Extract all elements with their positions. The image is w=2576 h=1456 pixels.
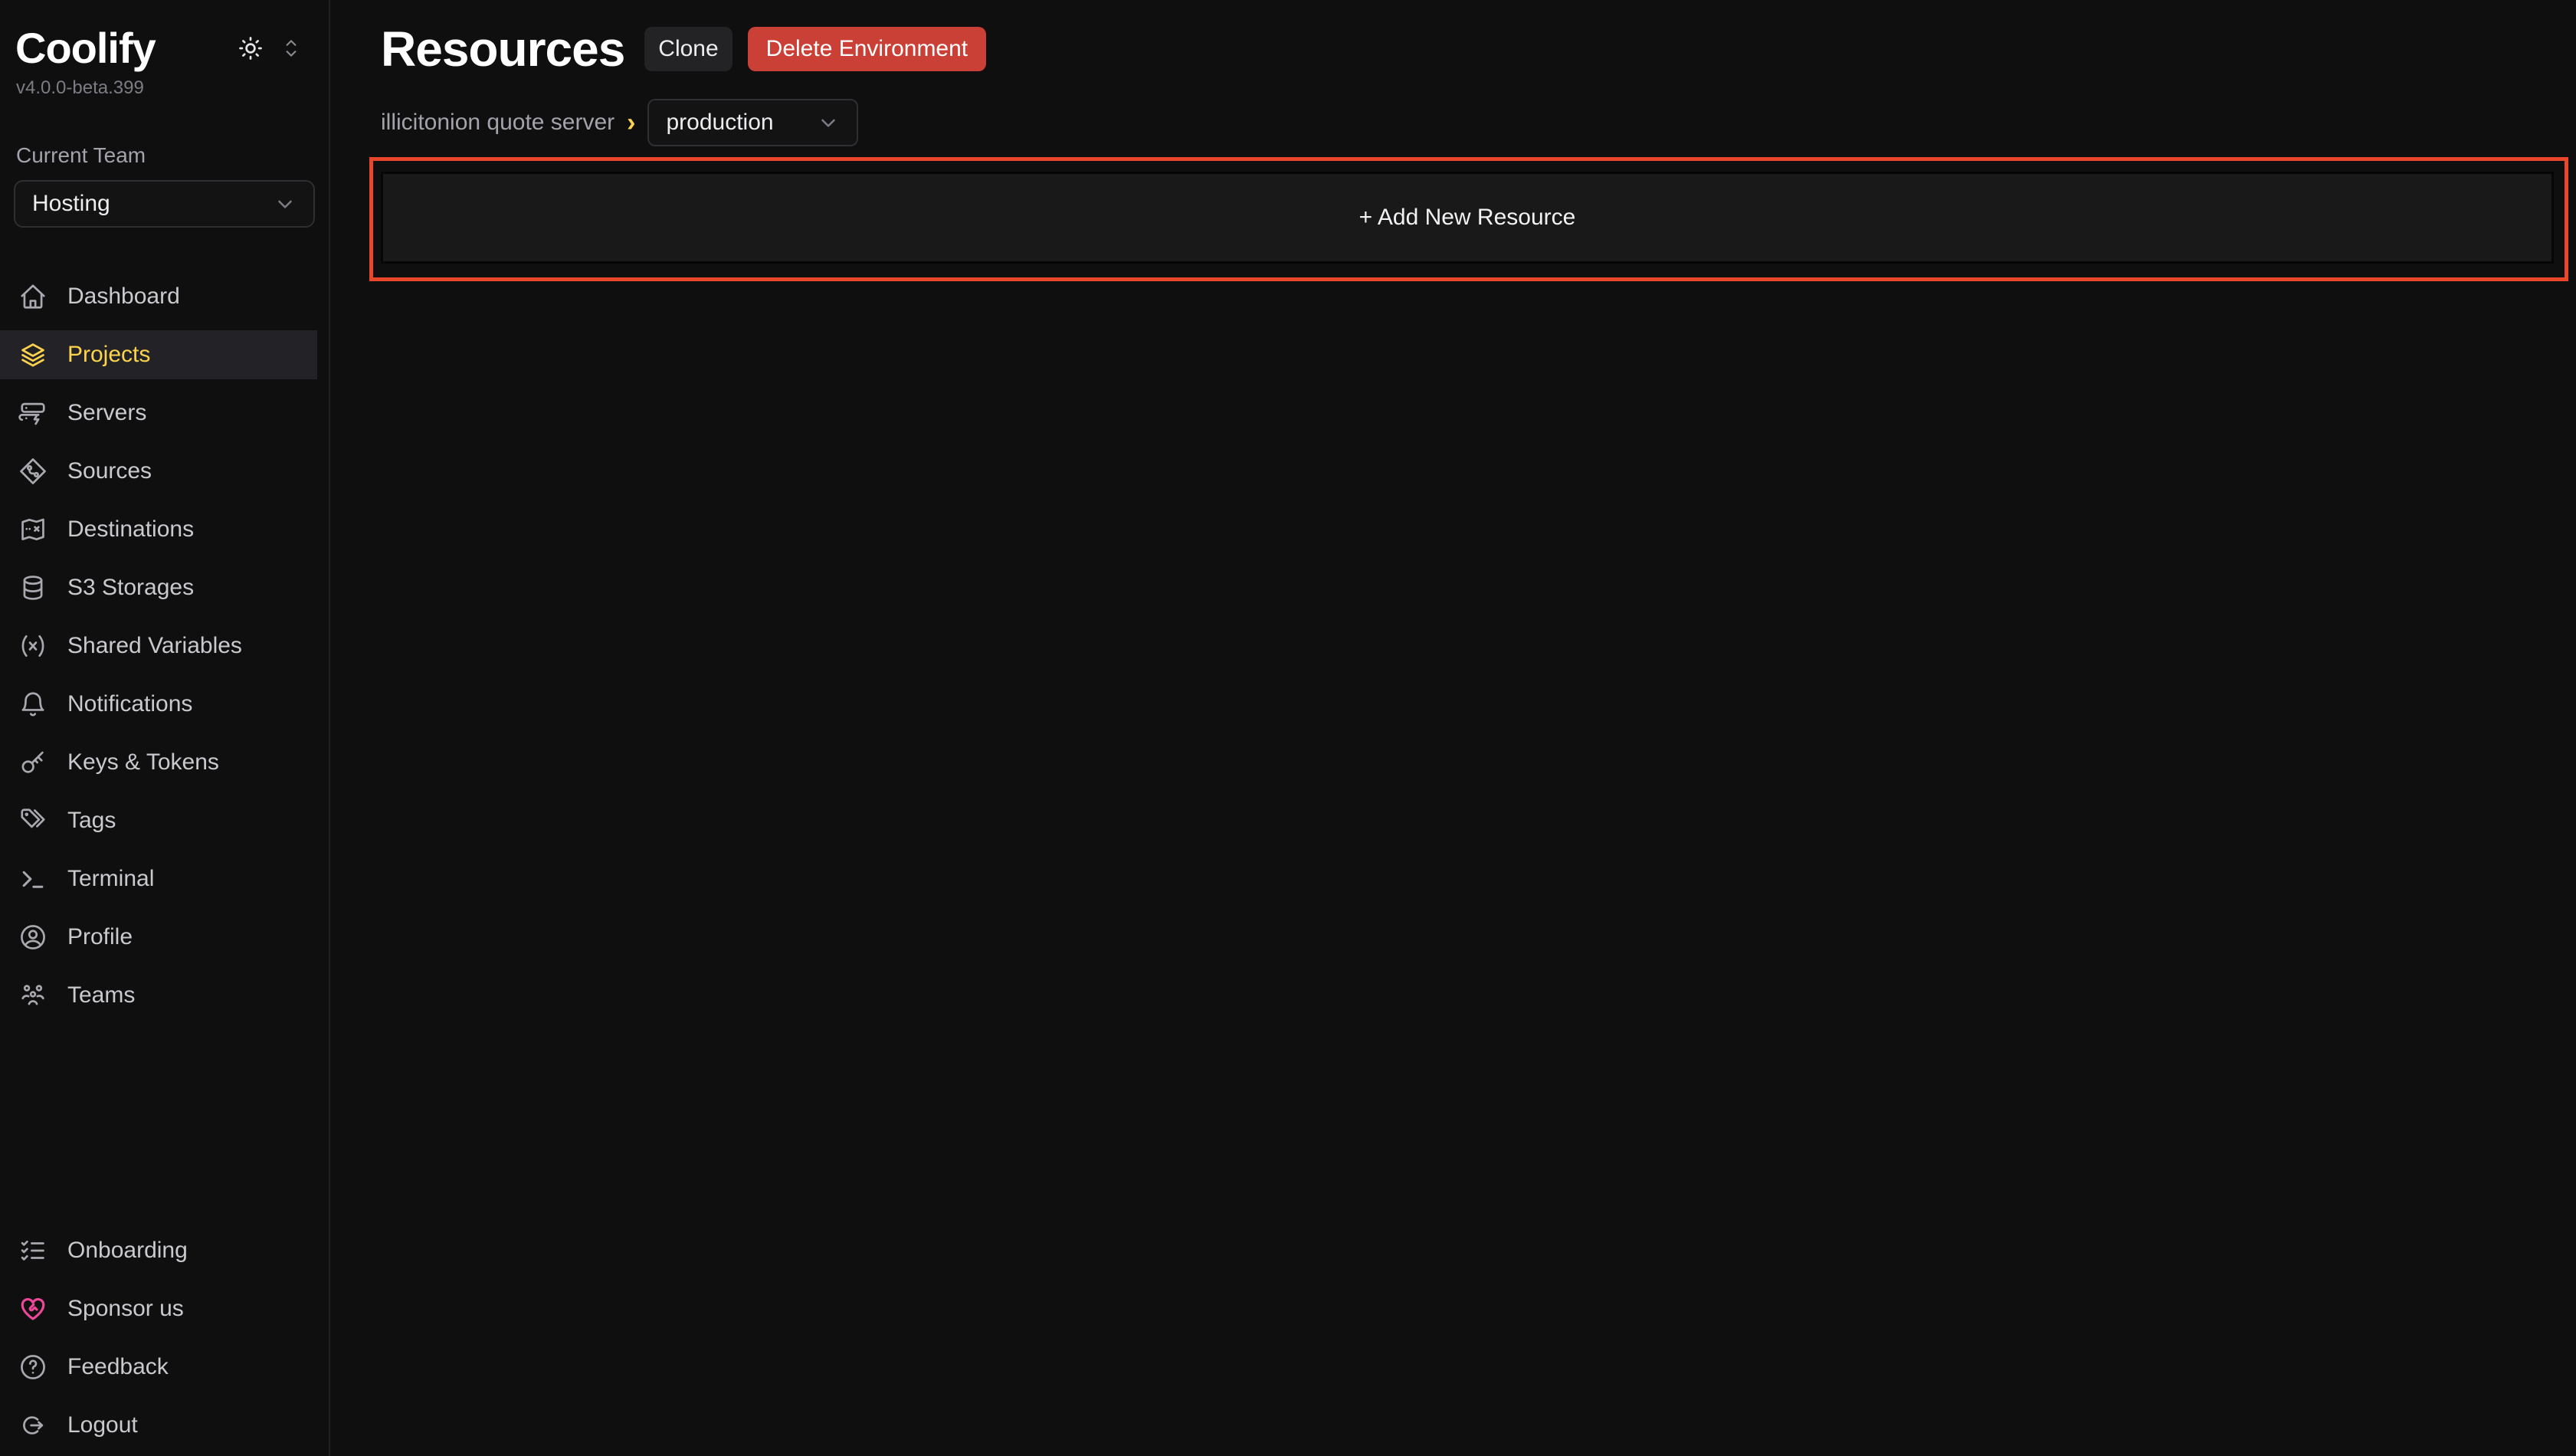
team-select-value: Hosting [32, 191, 110, 217]
sidebar-item-label: Keys & Tokens [67, 749, 219, 776]
sidebar-item-label: Profile [67, 924, 133, 950]
map-icon [18, 515, 48, 544]
sidebar-item-feedback[interactable]: Feedback [0, 1343, 329, 1392]
sidebar-item-label: Logout [67, 1412, 138, 1438]
environment-select[interactable]: production [647, 99, 858, 146]
sidebar-item-label: Feedback [67, 1354, 169, 1380]
database-icon [18, 573, 48, 602]
theme-caret-icon[interactable] [281, 37, 301, 60]
sidebar-item-keys-tokens[interactable]: Keys & Tokens [0, 738, 329, 787]
users-group-icon [18, 981, 48, 1010]
delete-environment-button[interactable]: Delete Environment [748, 27, 986, 71]
git-source-icon [18, 457, 48, 486]
breadcrumb: illicitonion quote server › production [381, 99, 2576, 146]
help-circle-icon [18, 1353, 48, 1382]
sidebar-item-label: Terminal [67, 866, 154, 892]
chevron-right-icon: › [627, 110, 635, 136]
sidebar-item-label: Sponsor us [67, 1296, 184, 1322]
heart-icon [18, 1294, 48, 1323]
sidebar-item-label: Notifications [67, 691, 192, 717]
sidebar-item-s3-storages[interactable]: S3 Storages [0, 563, 329, 612]
sidebar-item-label: Destinations [67, 516, 194, 543]
sidebar-item-label: Tags [67, 808, 116, 834]
variable-icon [18, 631, 48, 661]
sidebar-item-logout[interactable]: Logout [0, 1401, 329, 1450]
user-circle-icon [18, 923, 48, 952]
app-version: v4.0.0-beta.399 [16, 77, 329, 99]
clone-button[interactable]: Clone [644, 27, 732, 71]
sidebar-item-tags[interactable]: Tags [0, 796, 329, 845]
chevron-down-icon [274, 192, 297, 215]
page-title: Resources [381, 25, 624, 74]
main-content: Resources Clone Delete Environment illic… [332, 0, 2576, 1456]
sidebar-item-terminal[interactable]: Terminal [0, 854, 329, 903]
sidebar-item-sponsor[interactable]: Sponsor us [0, 1284, 329, 1333]
team-select[interactable]: Hosting [14, 180, 315, 228]
home-icon [18, 282, 48, 311]
sidebar-item-label: Onboarding [67, 1238, 188, 1264]
sidebar-item-label: S3 Storages [67, 575, 194, 601]
environment-select-value: production [666, 110, 773, 136]
sidebar-item-teams[interactable]: Teams [0, 971, 329, 1020]
sidebar-item-onboarding[interactable]: Onboarding [0, 1226, 329, 1275]
sidebar-item-label: Sources [67, 458, 152, 484]
sidebar-item-label: Teams [67, 982, 135, 1008]
bell-icon [18, 690, 48, 719]
tags-icon [18, 806, 48, 835]
key-icon [18, 748, 48, 777]
sidebar-item-label: Dashboard [67, 284, 180, 310]
sidebar-item-notifications[interactable]: Notifications [0, 680, 329, 729]
sidebar-item-projects[interactable]: Projects [0, 330, 317, 379]
checklist-icon [18, 1236, 48, 1265]
logout-icon [18, 1411, 48, 1440]
sidebar-item-destinations[interactable]: Destinations [0, 505, 329, 554]
breadcrumb-project[interactable]: illicitonion quote server [381, 110, 615, 136]
sidebar-item-servers[interactable]: Servers [0, 389, 329, 438]
sidebar-item-label: Servers [67, 400, 146, 426]
current-team-label: Current Team [16, 143, 329, 168]
chevron-down-icon [817, 111, 840, 134]
app-logo[interactable]: Coolify [15, 23, 156, 73]
sidebar-item-sources[interactable]: Sources [0, 447, 329, 496]
layers-icon [18, 340, 48, 369]
sidebar-spacer [0, 1020, 329, 1226]
terminal-icon [18, 864, 48, 894]
sidebar-footer-nav: Onboarding Sponsor us Feedback [0, 1226, 329, 1456]
server-icon [18, 398, 48, 428]
sidebar-item-label: Shared Variables [67, 633, 242, 659]
add-new-resource-button[interactable]: + Add New Resource [381, 172, 2554, 264]
sidebar-nav: Dashboard Projects Servers [0, 272, 329, 1020]
sidebar: Coolify v4.0.0-beta.399 Current Team Hos… [0, 0, 330, 1456]
sidebar-item-profile[interactable]: Profile [0, 913, 329, 962]
sidebar-item-label: Projects [67, 342, 150, 368]
sidebar-item-shared-variables[interactable]: Shared Variables [0, 621, 329, 671]
theme-sun-icon[interactable] [237, 34, 264, 62]
sidebar-item-dashboard[interactable]: Dashboard [0, 272, 329, 321]
